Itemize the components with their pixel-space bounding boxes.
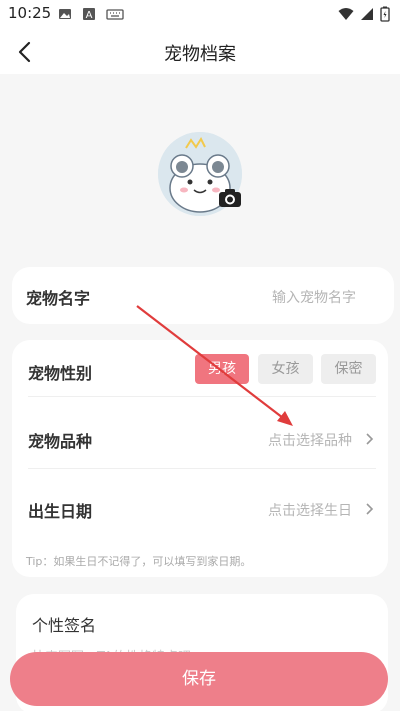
birthday-label: 出生日期 bbox=[28, 502, 93, 521]
chevron-right-icon bbox=[366, 503, 374, 515]
chevron-right-icon bbox=[366, 433, 374, 445]
gender-option-girl[interactable]: 女孩 bbox=[258, 354, 313, 384]
gender-option-secret[interactable]: 保密 bbox=[321, 354, 376, 384]
birthday-selector[interactable]: 点击选择生日 bbox=[268, 500, 352, 520]
text-icon: A bbox=[83, 8, 95, 21]
page-title: 宠物档案 bbox=[164, 44, 236, 65]
keyboard-icon bbox=[106, 9, 124, 20]
birthday-tip: Tip：如果生日不记得了，可以填写到家日期。 bbox=[26, 555, 252, 568]
battery-icon bbox=[380, 6, 390, 22]
pet-breed-label: 宠物品种 bbox=[28, 432, 93, 451]
divider bbox=[28, 468, 376, 469]
status-time: 10:25 bbox=[8, 4, 52, 22]
pet-name-card: 宠物名字 输入宠物名字 bbox=[12, 267, 394, 324]
pet-gender-label: 宠物性别 bbox=[28, 364, 93, 383]
signal-icon bbox=[361, 8, 373, 20]
pet-name-input[interactable]: 输入宠物名字 bbox=[272, 287, 356, 307]
pet-breed-selector[interactable]: 点击选择品种 bbox=[268, 430, 352, 450]
nav-bar: 宠物档案 bbox=[0, 28, 400, 74]
divider bbox=[28, 396, 376, 397]
pet-avatar-uploader[interactable] bbox=[158, 132, 242, 216]
gender-option-boy[interactable]: 男孩 bbox=[195, 354, 249, 384]
pet-info-card: 宠物性别 男孩 女孩 保密 宠物品种 点击选择品种 出生日期 点击选择生日 Ti… bbox=[12, 340, 388, 577]
svg-text:A: A bbox=[86, 10, 93, 21]
camera-icon[interactable] bbox=[218, 188, 242, 208]
image-icon bbox=[59, 9, 71, 19]
pet-name-label: 宠物名字 bbox=[26, 289, 91, 308]
save-button[interactable]: 保存 bbox=[10, 652, 388, 706]
signature-label: 个性签名 bbox=[32, 616, 97, 635]
wifi-icon bbox=[338, 8, 354, 20]
status-bar: 10:25 A bbox=[0, 0, 400, 28]
